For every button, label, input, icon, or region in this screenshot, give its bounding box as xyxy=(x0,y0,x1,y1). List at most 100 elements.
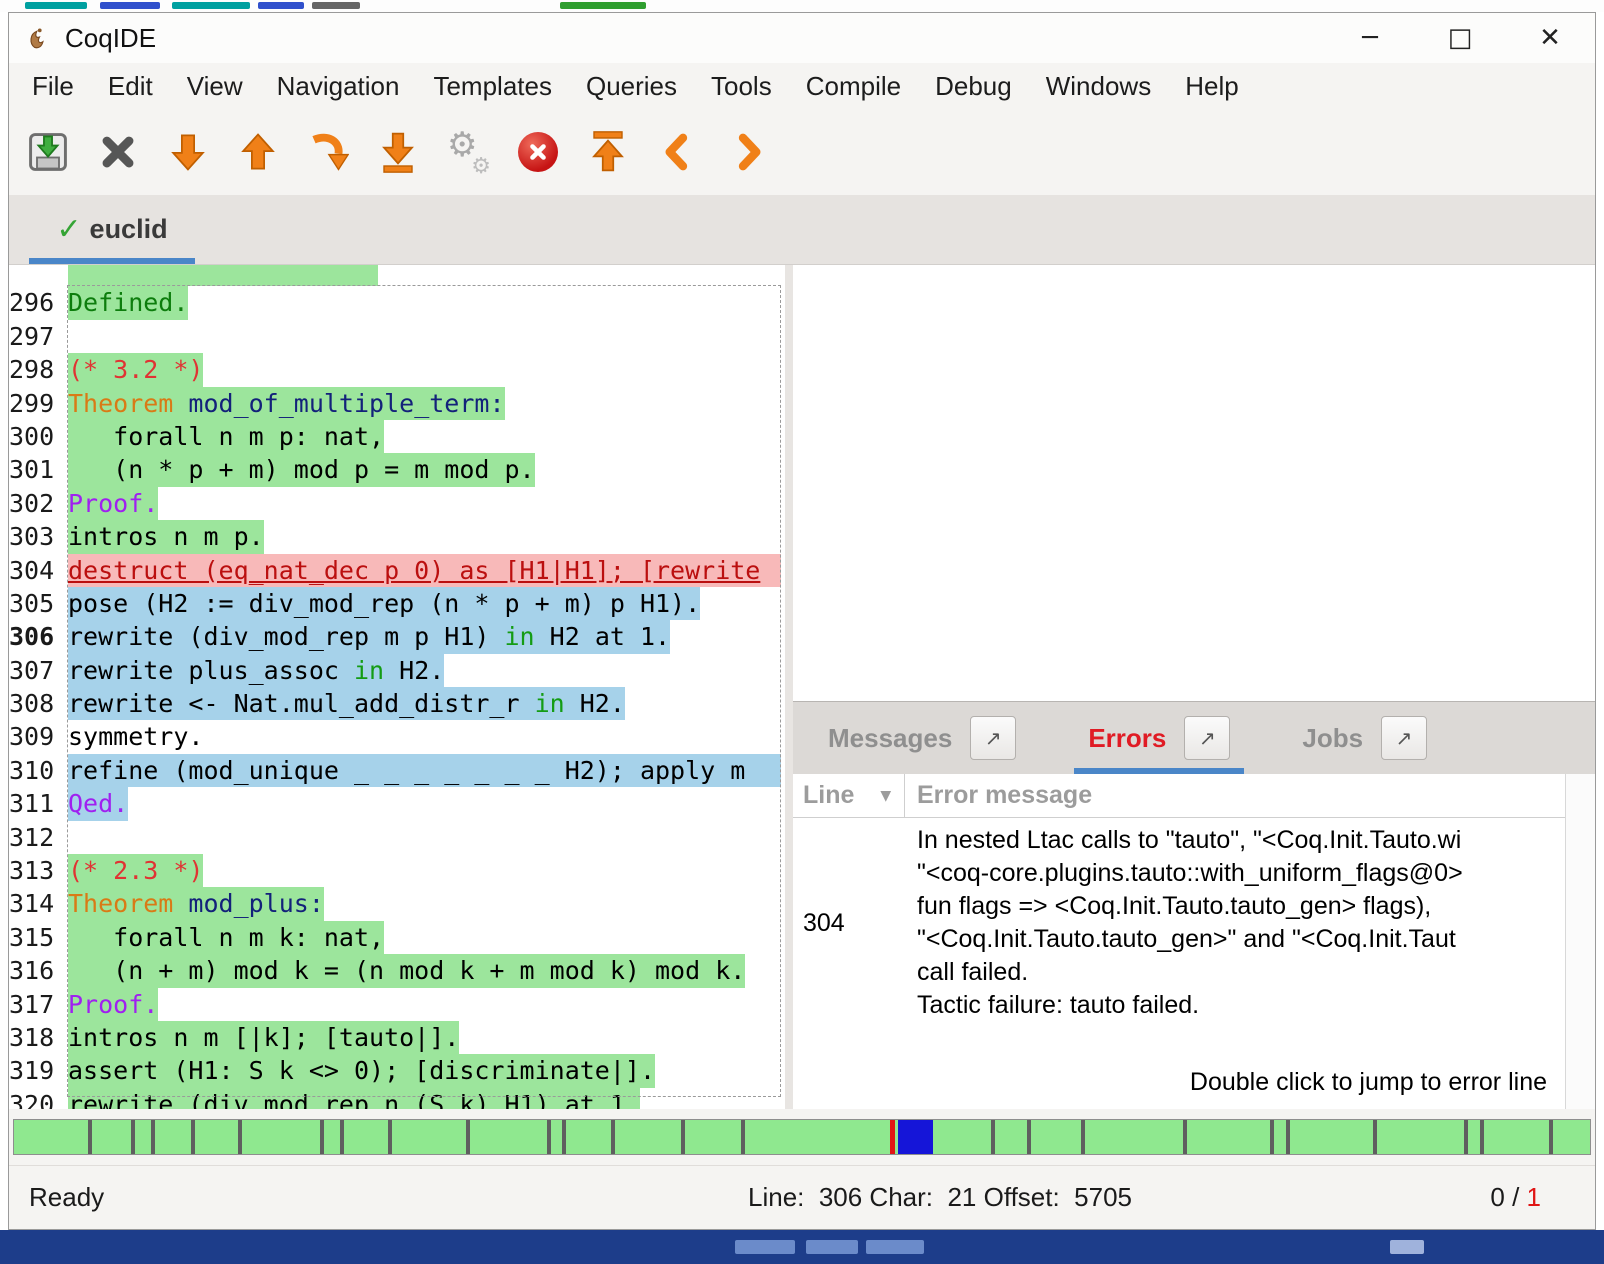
line-number: 317 xyxy=(9,988,57,1021)
code-line-296[interactable]: 296Defined. xyxy=(9,286,781,319)
progress-tick xyxy=(320,1120,324,1154)
menu-help[interactable]: Help xyxy=(1168,65,1255,108)
line-number: 298 xyxy=(9,353,57,386)
code-line-305[interactable]: 305pose (H2 := div_mod_rep (n * p + m) p… xyxy=(9,587,781,620)
progress-tick xyxy=(991,1120,995,1154)
tab-jobs[interactable]: Jobs ↗ xyxy=(1302,702,1427,774)
column-header-line[interactable]: Line ▼ xyxy=(793,774,905,817)
script-editor-pane[interactable]: 296Defined.297298(* 3.2 *)299Theorem mod… xyxy=(9,265,785,1109)
code-line-302[interactable]: 302Proof. xyxy=(9,487,781,520)
vertical-splitter[interactable] xyxy=(785,265,793,1109)
progress-tick xyxy=(611,1120,615,1154)
background-text-fragment xyxy=(100,2,160,9)
code-line-309[interactable]: 309symmetry. xyxy=(9,720,781,753)
line-number: 308 xyxy=(9,687,57,720)
progress-tick xyxy=(1081,1120,1085,1154)
code-line-partial[interactable] xyxy=(9,265,781,286)
run-to-end-icon[interactable] xyxy=(375,129,421,175)
progress-tick xyxy=(741,1120,745,1154)
minimize-button[interactable]: ─ xyxy=(1325,13,1415,63)
code-line-304[interactable]: 304destruct (eq_nat_dec p 0) as [H1|H1];… xyxy=(9,554,781,587)
code-line-319[interactable]: 319assert (H1: S k <> 0); [discriminate|… xyxy=(9,1054,781,1087)
code-line-318[interactable]: 318intros n m [|k]; [tauto|]. xyxy=(9,1021,781,1054)
goals-pane[interactable] xyxy=(793,265,1595,701)
toolbar: ⚙ ⚙ xyxy=(9,109,1595,195)
progress-bar[interactable] xyxy=(13,1119,1591,1155)
line-number: 296 xyxy=(9,286,57,319)
code-line-297[interactable]: 297 xyxy=(9,320,781,353)
background-text-fragment xyxy=(806,1240,858,1254)
code-line-303[interactable]: 303intros n m p. xyxy=(9,520,781,553)
title-bar: CoqIDE ─ □ ✕ xyxy=(9,13,1595,63)
tab-euclid-label: euclid xyxy=(90,214,168,245)
next-occurrence-icon[interactable] xyxy=(725,129,771,175)
menu-debug[interactable]: Debug xyxy=(918,65,1029,108)
tab-errors-label: Errors xyxy=(1088,723,1166,754)
maximize-button[interactable]: □ xyxy=(1415,13,1505,63)
code-line-299[interactable]: 299Theorem mod_of_multiple_term: xyxy=(9,387,781,420)
close-buffer-icon[interactable] xyxy=(95,129,141,175)
line-text xyxy=(68,265,378,286)
save-icon[interactable] xyxy=(25,129,71,175)
error-row[interactable]: 304 In nested Ltac calls to "tauto", "<C… xyxy=(793,818,1565,1022)
code-line-306[interactable]: 306rewrite (div_mod_rep m p H1) in H2 at… xyxy=(9,620,781,653)
progress-tick xyxy=(340,1120,344,1154)
step-backward-icon[interactable] xyxy=(235,129,281,175)
menu-templates[interactable]: Templates xyxy=(416,65,569,108)
line-number: 314 xyxy=(9,887,57,920)
menu-windows[interactable]: Windows xyxy=(1029,65,1168,108)
code-line-317[interactable]: 317Proof. xyxy=(9,988,781,1021)
menu-file[interactable]: File xyxy=(15,65,91,108)
progress-tick xyxy=(1270,1120,1274,1154)
step-forward-icon[interactable] xyxy=(165,129,211,175)
code-line-311[interactable]: 311Qed. xyxy=(9,787,781,820)
menu-edit[interactable]: Edit xyxy=(91,65,170,108)
error-counter-fail: 1 xyxy=(1527,1182,1541,1212)
restart-icon[interactable] xyxy=(585,129,631,175)
menu-view[interactable]: View xyxy=(170,65,260,108)
sort-descending-icon: ▼ xyxy=(880,788,891,804)
line-number: 312 xyxy=(9,821,57,854)
errors-scrollbar[interactable] xyxy=(1565,774,1595,1109)
code-line-301[interactable]: 301 (n * p + m) mod p = m mod p. xyxy=(9,453,781,486)
code-line-310[interactable]: 310refine (mod_unique _ _ _ _ _ _ _ H2);… xyxy=(9,754,781,787)
line-text: forall n m k: nat, xyxy=(68,921,384,954)
line-column-label: Line xyxy=(803,781,854,810)
close-button[interactable]: ✕ xyxy=(1505,13,1595,63)
detach-jobs-button[interactable]: ↗ xyxy=(1381,716,1427,760)
window-title: CoqIDE xyxy=(65,23,156,54)
run-to-cursor-icon[interactable] xyxy=(305,129,351,175)
menu-tools[interactable]: Tools xyxy=(694,65,789,108)
code-line-298[interactable]: 298(* 3.2 *) xyxy=(9,353,781,386)
interrupt-icon[interactable] xyxy=(515,129,561,175)
column-header-error-message[interactable]: Error message xyxy=(905,774,1565,817)
progress-tick xyxy=(388,1120,392,1154)
previous-occurrence-icon[interactable] xyxy=(655,129,701,175)
detach-errors-button[interactable]: ↗ xyxy=(1184,716,1230,760)
tab-errors[interactable]: Errors ↗ xyxy=(1088,702,1230,774)
code-line-314[interactable]: 314Theorem mod_plus: xyxy=(9,887,781,920)
line-text: rewrite plus_assoc in H2. xyxy=(68,654,444,687)
code-line-307[interactable]: 307rewrite plus_assoc in H2. xyxy=(9,654,781,687)
make-icon[interactable]: ⚙ ⚙ xyxy=(445,129,491,175)
menu-compile[interactable]: Compile xyxy=(789,65,918,108)
menu-queries[interactable]: Queries xyxy=(569,65,694,108)
line-text: forall n m p: nat, xyxy=(68,420,384,453)
error-message-text: In nested Ltac calls to "tauto", "<Coq.I… xyxy=(905,824,1565,1022)
line-number: 301 xyxy=(9,453,57,486)
code-line-313[interactable]: 313(* 2.3 *) xyxy=(9,854,781,887)
code-line-308[interactable]: 308rewrite <- Nat.mul_add_distr_r in H2. xyxy=(9,687,781,720)
menu-navigation[interactable]: Navigation xyxy=(260,65,417,108)
code-line-320[interactable]: 320rewrite (div_mod_rep n (S k) H1) at 1… xyxy=(9,1088,781,1109)
detach-messages-button[interactable]: ↗ xyxy=(970,716,1016,760)
tab-messages[interactable]: Messages ↗ xyxy=(828,702,1016,774)
tab-euclid[interactable]: ✓ euclid xyxy=(29,195,195,264)
code-line-312[interactable]: 312 xyxy=(9,821,781,854)
code-line-316[interactable]: 316 (n + m) mod k = (n mod k + m mod k) … xyxy=(9,954,781,987)
line-text: (* 2.3 *) xyxy=(68,854,203,887)
background-text-fragment xyxy=(172,2,250,9)
code-line-300[interactable]: 300 forall n m p: nat, xyxy=(9,420,781,453)
code-line-315[interactable]: 315 forall n m k: nat, xyxy=(9,921,781,954)
progress-error-marker xyxy=(890,1120,895,1154)
line-text: symmetry. xyxy=(68,720,203,753)
